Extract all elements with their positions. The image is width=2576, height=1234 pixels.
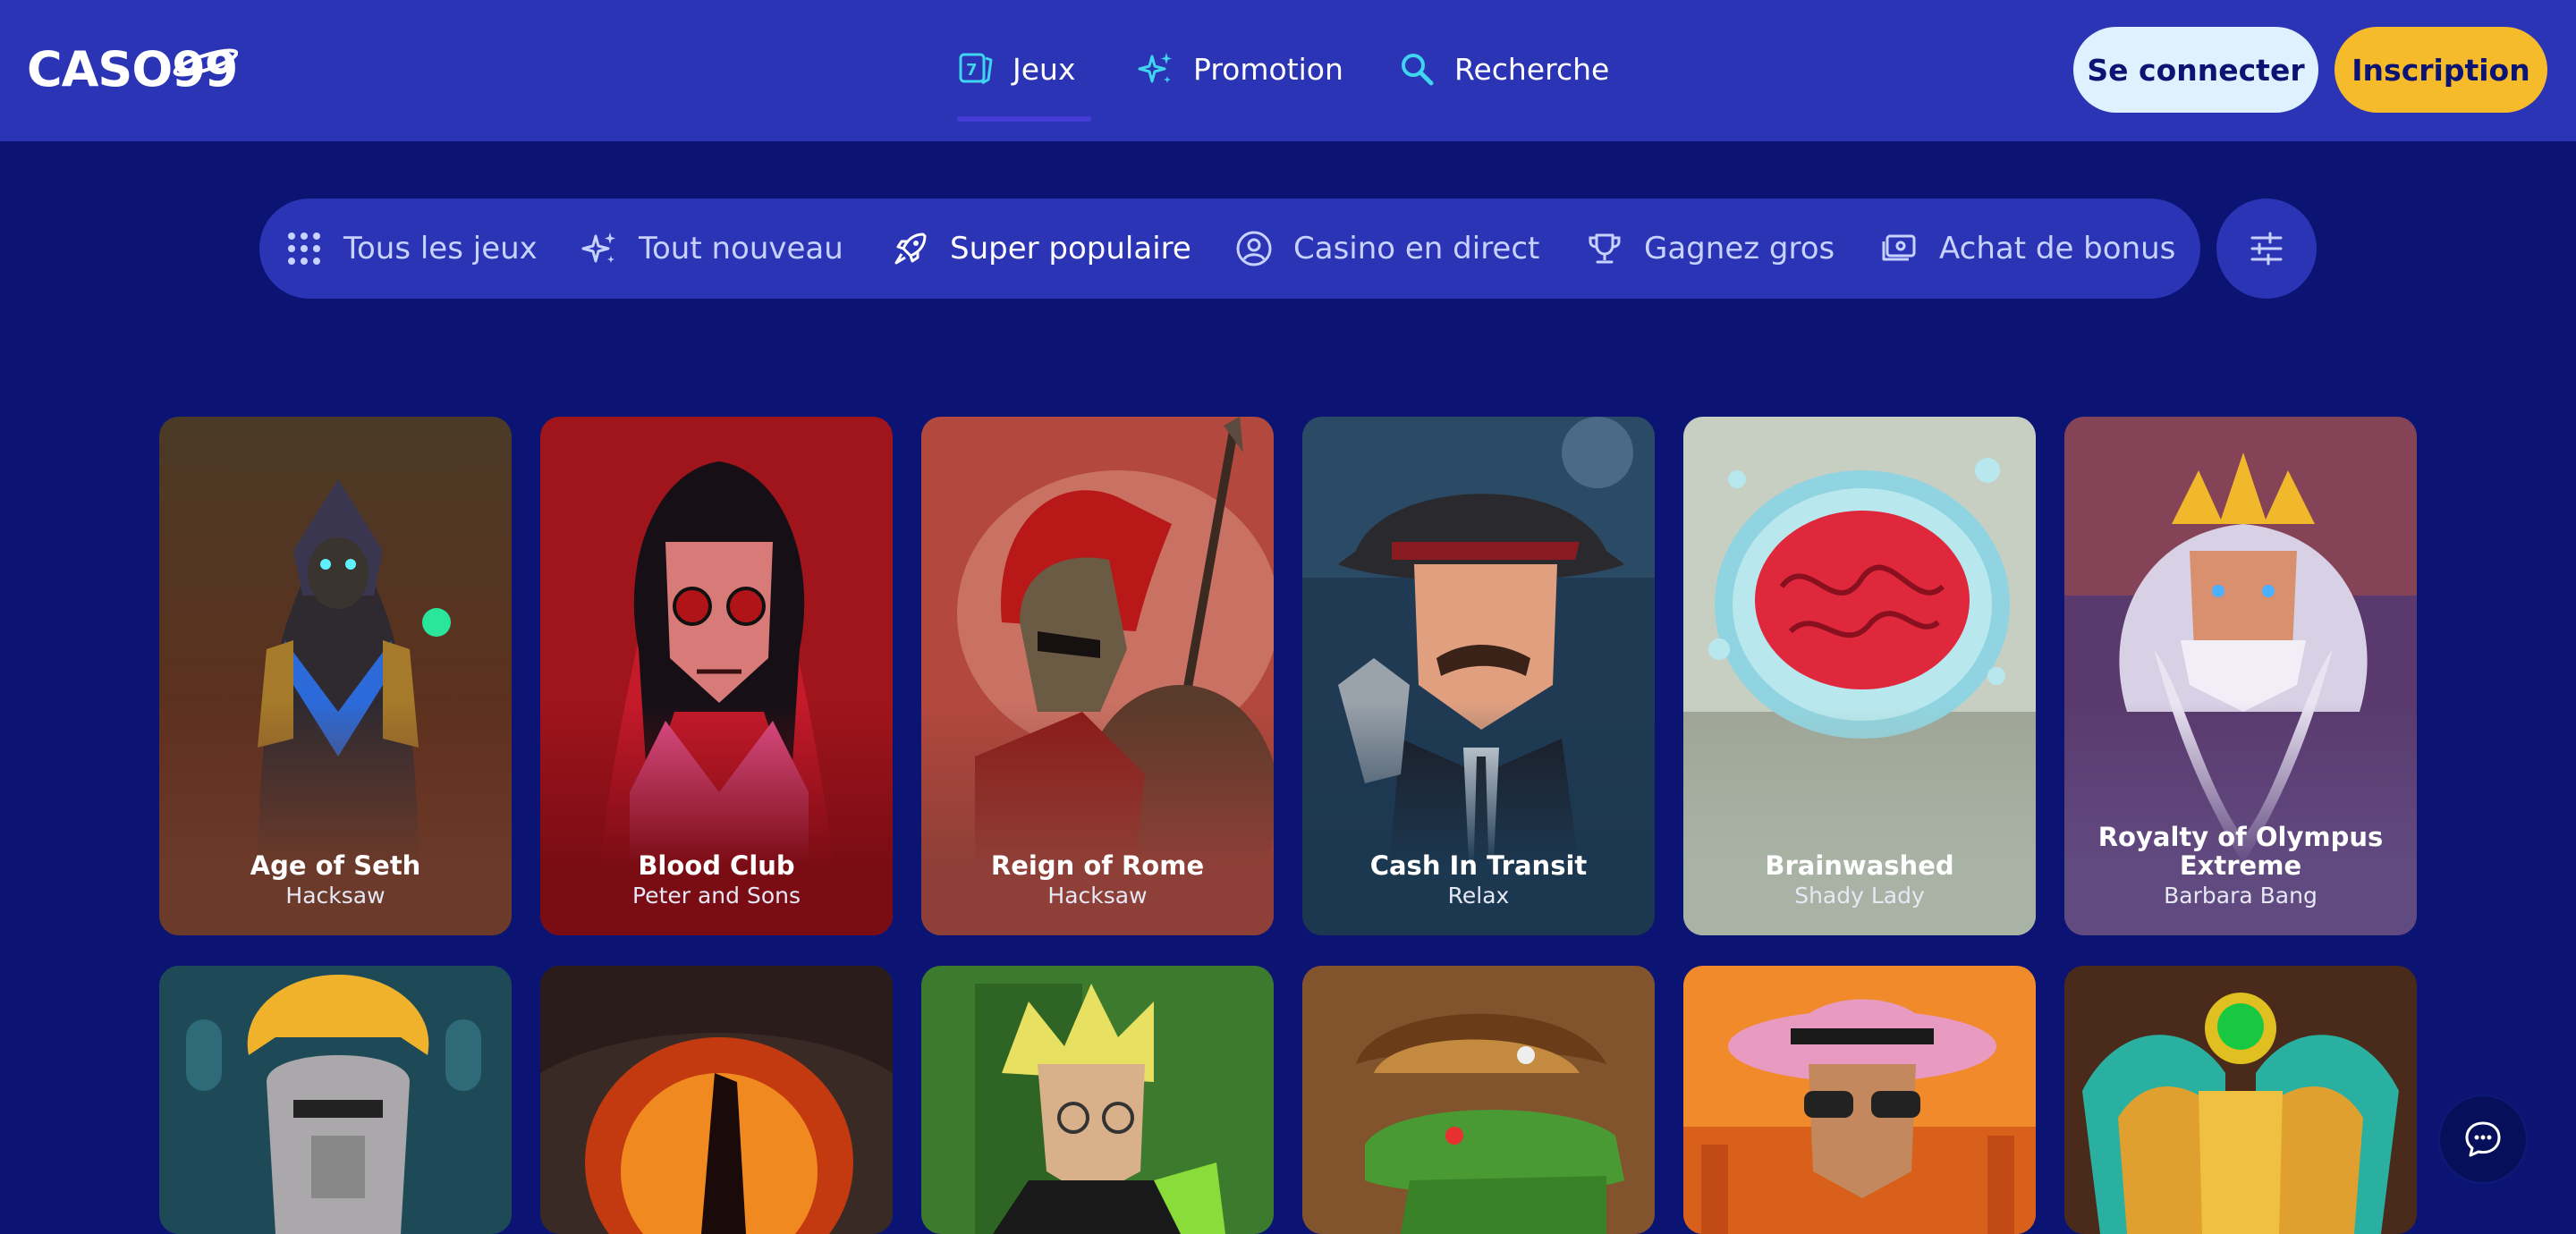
category-gagnez-gros[interactable]: Gagnez gros — [1585, 199, 1835, 299]
sparkles-icon — [1138, 53, 1172, 83]
game-thumbnail-woman-sunglasses — [1683, 966, 2036, 1234]
nav-promotion-label: Promotion — [1193, 51, 1343, 87]
search-icon — [1402, 54, 1434, 86]
game-provider: Hacksaw — [285, 883, 386, 909]
grid-dots-icon — [288, 232, 320, 265]
game-card-royalty-of-olympus-extreme[interactable]: Royalty of Olympus Extreme Barbara Bang — [2064, 417, 2417, 935]
active-nav-indicator — [957, 116, 1091, 122]
game-card-row2-6[interactable] — [2064, 966, 2417, 1234]
game-title: Cash In Transit — [1369, 850, 1588, 881]
nav-jeux-label: Jeux — [1013, 51, 1076, 87]
filter-settings-button[interactable] — [2216, 199, 2317, 299]
game-thumbnail-pirate-croc — [1302, 966, 1655, 1234]
rocket-icon — [894, 232, 927, 265]
register-button[interactable]: Inscription — [2334, 27, 2547, 113]
game-thumbnail-scarab — [2064, 966, 2417, 1234]
caso99-logo[interactable]: CASO99 — [27, 39, 238, 97]
game-card-row2-1[interactable] — [159, 966, 512, 1234]
category-achat-de-bonus[interactable]: Achat de bonus — [1880, 199, 2175, 299]
game-card-row2-4[interactable] — [1302, 966, 1655, 1234]
game-card-row2-5[interactable] — [1683, 966, 2036, 1234]
game-card-brainwashed[interactable]: Brainwashed Shady Lady — [1683, 417, 2036, 935]
category-label: Casino en direct — [1293, 231, 1540, 266]
category-label: Tous les jeux — [343, 231, 538, 266]
game-card-cash-in-transit[interactable]: Cash In Transit Relax — [1302, 417, 1655, 935]
game-card-reign-of-rome[interactable]: Reign of Rome Hacksaw — [921, 417, 1274, 935]
nav-promotion[interactable]: Promotion — [1136, 41, 1343, 97]
game-title: Brainwashed — [1765, 850, 1954, 881]
category-casino-en-direct[interactable]: Casino en direct — [1234, 199, 1539, 299]
category-label: Tout nouveau — [639, 231, 843, 266]
game-card-row2-2[interactable] — [540, 966, 893, 1234]
game-title: Blood Club — [638, 850, 795, 881]
game-provider: Peter and Sons — [632, 883, 801, 909]
game-card-blood-club[interactable]: Blood Club Peter and Sons — [540, 417, 893, 935]
nav-jeux[interactable]: 7 Jeux — [955, 41, 1075, 97]
game-title: Age of Seth — [250, 850, 421, 881]
category-label: Gagnez gros — [1644, 231, 1835, 266]
game-provider: Relax — [1447, 883, 1510, 909]
category-tout-nouveau[interactable]: Tout nouveau — [580, 199, 843, 299]
top-navigation-bar: CASO99 7 Jeux Promotion Recherche Se con… — [0, 0, 2576, 141]
game-provider: Hacksaw — [1047, 883, 1148, 909]
category-filter-bar: Tous les jeux Tout nouveau Super populai… — [259, 199, 2200, 299]
svg-text:7: 7 — [966, 61, 978, 80]
category-label: Achat de bonus — [1939, 231, 2176, 266]
game-card-age-of-seth[interactable]: Age of Seth Hacksaw — [159, 417, 512, 935]
game-thumbnail-dragon-eye — [540, 966, 893, 1234]
game-thumbnail-punk-scientist — [921, 966, 1274, 1234]
game-title: Royalty of Olympus Extreme — [2097, 822, 2384, 881]
sliders-icon — [2250, 232, 2283, 266]
category-super-populaire[interactable]: Super populaire — [891, 199, 1191, 299]
game-provider: Barbara Bang — [2164, 883, 2318, 909]
game-title: Reign of Rome — [990, 850, 1205, 881]
chat-bubble-icon — [2465, 1121, 2501, 1157]
sparkles-icon — [581, 232, 615, 263]
nav-recherche[interactable]: Recherche — [1397, 41, 1609, 97]
dice-seven-icon: 7 — [959, 53, 993, 85]
nav-recherche-label: Recherche — [1454, 51, 1610, 87]
trophy-icon — [1589, 233, 1621, 264]
user-circle-icon — [1236, 231, 1272, 266]
game-card-row2-3[interactable] — [921, 966, 1274, 1234]
login-button[interactable]: Se connecter — [2073, 27, 2318, 113]
category-tous-les-jeux[interactable]: Tous les jeux — [284, 199, 538, 299]
game-provider: Shady Lady — [1794, 883, 1925, 909]
cash-icon — [1882, 234, 1916, 261]
game-thumbnail-knight — [159, 966, 512, 1234]
caso99-logo-mark: CASO99 — [27, 41, 238, 97]
category-label: Super populaire — [950, 231, 1191, 266]
live-chat-button[interactable] — [2440, 1096, 2526, 1182]
